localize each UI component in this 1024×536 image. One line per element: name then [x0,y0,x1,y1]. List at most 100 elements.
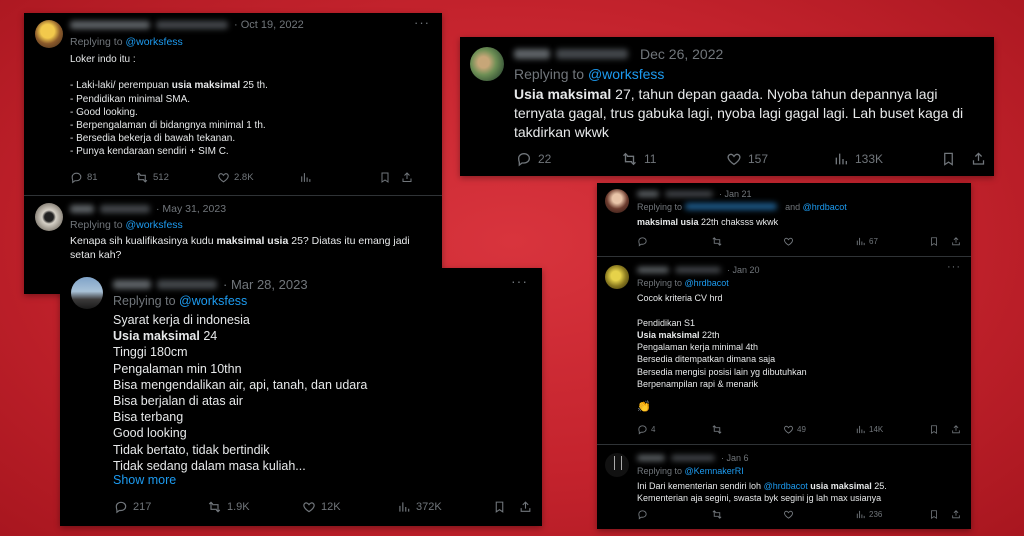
retweet-button[interactable]: 512 [135,171,217,184]
views-count: 236 [869,510,883,519]
retweet-button[interactable] [711,236,783,247]
bookmark-button[interactable] [929,424,951,435]
handle[interactable] [665,190,713,198]
mention-link[interactable]: @hrdbacot [685,278,729,288]
views-button[interactable]: 67 [855,236,929,247]
like-button[interactable]: 12K [302,500,397,514]
tweet-date[interactable]: · Jan 21 [719,189,752,199]
display-name[interactable] [637,266,669,274]
share-icon [952,510,960,519]
bookmark-button[interactable] [929,236,951,247]
reply-button[interactable]: 217 [114,500,207,514]
tweet-date[interactable]: · Mar 28, 2023 [223,277,308,292]
share-button[interactable] [401,171,413,184]
mention-link[interactable]: @hrdbacot [803,202,847,212]
like-button[interactable]: 2.8K [217,171,299,184]
reply-button[interactable]: 4 [637,424,711,435]
retweet-button[interactable] [711,424,783,435]
views-button[interactable] [299,171,379,184]
more-options-icon[interactable]: ··· [947,261,961,273]
share-button[interactable] [951,236,961,247]
views-button[interactable]: 133K [833,151,941,167]
like-button[interactable] [783,236,855,247]
bookmark-button[interactable] [493,500,519,514]
retweet-button[interactable]: 11 [621,151,726,167]
avatar[interactable] [470,47,504,81]
display-name[interactable] [637,190,659,198]
retweet-button[interactable] [711,509,783,520]
reply-icon [638,425,647,435]
handle[interactable] [100,205,150,213]
avatar[interactable] [35,20,63,48]
replying-label: Replying to [637,278,683,288]
tweet[interactable]: · Jan 21 Replying to and @hrdbacot maksi… [597,183,971,256]
heart-icon [303,502,315,513]
heart-icon [784,425,793,434]
tweet-date[interactable]: · Jan 20 [727,265,760,275]
share-button[interactable] [519,500,532,514]
mention-link[interactable]: @KemnakerRI [685,466,744,476]
tweet[interactable]: Dec 26, 2022 Replying to @worksfess Usia… [460,37,994,176]
handle[interactable] [156,20,228,30]
display-name[interactable] [70,205,94,213]
bookmark-button[interactable] [929,509,951,520]
mention-link[interactable]: @worksfess [179,294,247,308]
tweet-date[interactable]: Dec 26, 2022 [640,46,723,62]
handle[interactable] [675,266,721,274]
display-name[interactable] [514,48,550,60]
like-button[interactable]: 49 [783,424,855,435]
views-count: 67 [869,237,878,246]
retweet-button[interactable]: 1.9K [207,500,302,514]
mention-link[interactable]: @hrdbacot [764,481,808,491]
reply-button[interactable]: 22 [516,151,621,167]
replying-to: Replying to @worksfess [70,219,183,231]
tweet[interactable]: · Jan 6 Replying to @KemnakerRI Ini Dari… [597,445,971,529]
handle[interactable] [671,454,715,462]
views-button[interactable]: 236 [855,509,929,520]
views-button[interactable]: 372K [397,500,493,514]
views-icon [301,173,311,182]
share-button[interactable] [951,509,961,520]
like-button[interactable]: 157 [726,151,833,167]
display-name[interactable] [637,454,665,462]
mention-link[interactable]: @worksfess [588,66,664,82]
tweet-date[interactable]: · Jan 6 [721,453,749,463]
mention-link[interactable]: @worksfess [125,36,182,48]
reply-icon [517,152,531,167]
avatar[interactable] [605,189,629,213]
handle[interactable] [556,48,628,60]
share-button[interactable] [971,151,986,167]
share-button[interactable] [951,424,961,435]
views-icon [856,237,865,246]
mention-link[interactable]: @worksfess [125,219,182,231]
more-options-icon[interactable]: ··· [511,273,528,289]
more-options-icon[interactable]: ··· [414,15,430,30]
tweet[interactable]: · Mar 28, 2023 ··· Replying to @worksfes… [60,268,542,526]
like-count: 157 [748,152,769,166]
reply-button[interactable]: 81 [70,171,135,184]
views-button[interactable]: 14K [855,424,929,435]
mention-link[interactable] [684,203,777,210]
tweet-date[interactable]: · Oct 19, 2022 [234,19,304,31]
display-name[interactable] [70,20,150,30]
avatar[interactable] [605,265,629,289]
tweet[interactable]: · Oct 19, 2022 ··· Replying to @worksfes… [24,13,442,195]
reply-button[interactable] [637,509,711,520]
show-more-link[interactable]: Show more [113,473,176,487]
share-icon [402,172,412,182]
tweet[interactable]: · Jan 20 ··· Replying to @hrdbacot Cocok… [597,257,971,443]
tweet-date[interactable]: · May 31, 2023 [156,203,226,215]
replying-to: Replying to @KemnakerRI [637,466,744,476]
bookmark-icon [381,172,389,183]
heart-icon [218,173,229,183]
display-name[interactable] [113,279,151,290]
handle[interactable] [157,279,217,290]
bookmark-button[interactable] [379,171,401,184]
like-button[interactable] [783,509,855,520]
avatar[interactable] [71,277,103,309]
bookmark-icon [931,237,937,247]
reply-button[interactable] [637,236,711,247]
avatar[interactable] [605,453,629,477]
bookmark-button[interactable] [941,151,971,167]
avatar[interactable] [35,203,63,231]
